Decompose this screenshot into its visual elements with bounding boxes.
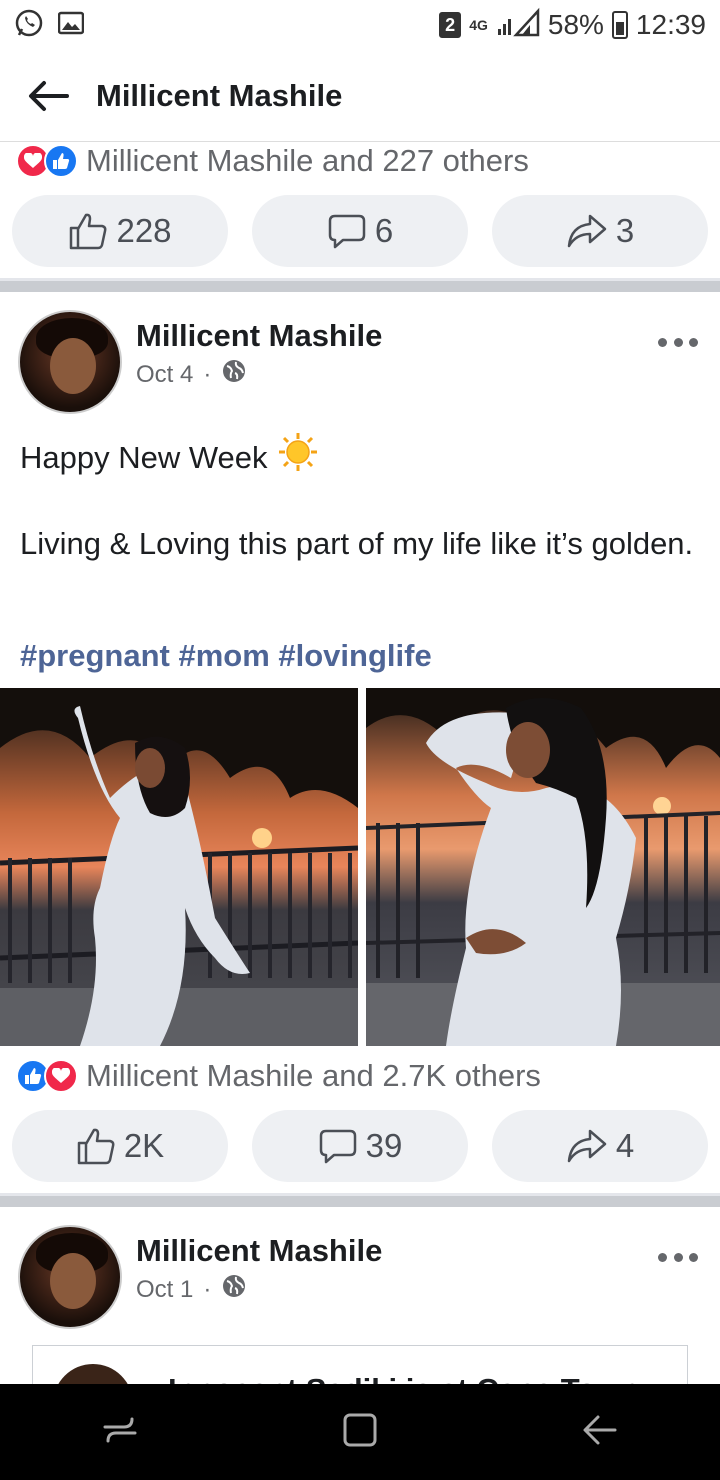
reactions-summary[interactable]: Millicent Mashile and 2.7K others [0, 1058, 720, 1094]
post-divider [0, 1193, 720, 1207]
post-header: Millicent Mashile Oct 4 · [0, 300, 720, 414]
page-title: Millicent Mashile [96, 77, 343, 113]
more-dot-icon [689, 337, 698, 347]
post-photo-2[interactable] [366, 688, 720, 1046]
status-bar: 2 4G 58% 12:39 [0, 0, 720, 50]
more-options-button[interactable] [658, 1247, 698, 1267]
post-meta: Oct 1 · [136, 1273, 247, 1306]
like-reaction-icon [44, 144, 78, 178]
post-author[interactable]: Millicent Mashile [136, 318, 382, 354]
gallery-icon [57, 11, 85, 40]
sim-badge: 2 [439, 12, 462, 38]
app-header: Millicent Mashile [0, 50, 720, 142]
post-author[interactable]: Millicent Mashile [136, 1233, 382, 1269]
post-text-line-1: Happy New Week [20, 439, 268, 475]
more-options-button[interactable] [658, 332, 698, 352]
sun-emoji-icon [278, 432, 318, 483]
share-count: 4 [615, 1127, 635, 1164]
home-button[interactable] [342, 1412, 378, 1453]
post-footer: Millicent Mashile and 2.7K others 2K 39 … [0, 1058, 720, 1182]
more-dot-icon [673, 1252, 683, 1262]
more-dot-icon [673, 337, 683, 347]
comment-button[interactable]: 39 [252, 1110, 468, 1182]
clock: 12:39 [635, 9, 706, 40]
like-button[interactable]: 2K [12, 1110, 228, 1182]
avatar[interactable] [18, 310, 122, 414]
more-dot-icon [689, 1252, 698, 1262]
recent-apps-button[interactable] [102, 1413, 138, 1452]
more-dot-icon [658, 337, 667, 347]
thumbs-up-icon [70, 213, 107, 250]
like-button[interactable]: 228 [12, 195, 228, 267]
meta-separator: · [203, 360, 212, 388]
reactions-text: Millicent Mashile and 227 others [86, 143, 529, 178]
hashtags[interactable]: #pregnant #mom #lovinglife [20, 638, 432, 674]
post-date[interactable]: Oct 1 [136, 1276, 193, 1304]
avatar[interactable] [18, 1225, 122, 1329]
share-button[interactable]: 4 [492, 1110, 708, 1182]
comment-count: 39 [365, 1127, 403, 1164]
post-body: Happy New Week Living & Loving this part… [20, 432, 700, 565]
recents-icon [103, 1417, 137, 1442]
back-nav-button[interactable] [582, 1413, 618, 1452]
share-count: 3 [615, 212, 635, 249]
more-dot-icon [658, 1252, 667, 1262]
love-reaction-icon [44, 1059, 78, 1093]
meta-separator: · [203, 1275, 212, 1303]
post-divider [0, 278, 720, 292]
whatsapp-icon [14, 8, 44, 43]
like-count: 228 [116, 212, 172, 249]
system-nav-bar [0, 1384, 720, 1480]
signal-icon [496, 7, 540, 44]
next-post-header: Millicent Mashile Oct 1 · [0, 1215, 720, 1329]
battery-percent: 58% [547, 9, 604, 40]
like-count: 2K [123, 1127, 165, 1164]
globe-icon [221, 1273, 247, 1306]
back-nav-icon [583, 1415, 617, 1444]
post-text-line-2: Living & Loving this part of my life lik… [20, 526, 694, 561]
back-arrow-icon [29, 80, 69, 111]
globe-icon [221, 358, 247, 391]
reactions-text: Millicent Mashile and 2.7K others [86, 1058, 541, 1093]
comment-button[interactable]: 6 [252, 195, 468, 267]
prev-post-footer: Millicent Mashile and 227 others 228 6 3 [0, 143, 720, 267]
thumbs-up-icon [77, 1128, 115, 1165]
home-icon [343, 1413, 377, 1446]
share-arrow-icon [567, 214, 607, 248]
share-arrow-icon [567, 1129, 607, 1163]
post-date[interactable]: Oct 4 [136, 361, 193, 389]
reactions-summary[interactable]: Millicent Mashile and 227 others [0, 143, 720, 179]
post-meta: Oct 4 · [136, 358, 247, 391]
post-photo-1[interactable] [0, 688, 358, 1046]
battery-icon [611, 11, 628, 39]
network-type-label: 4G [469, 17, 488, 33]
share-button[interactable]: 3 [492, 195, 708, 267]
comment-count: 6 [374, 212, 394, 249]
comment-icon [319, 1129, 356, 1164]
comment-icon [328, 214, 366, 249]
back-button[interactable] [0, 50, 96, 142]
